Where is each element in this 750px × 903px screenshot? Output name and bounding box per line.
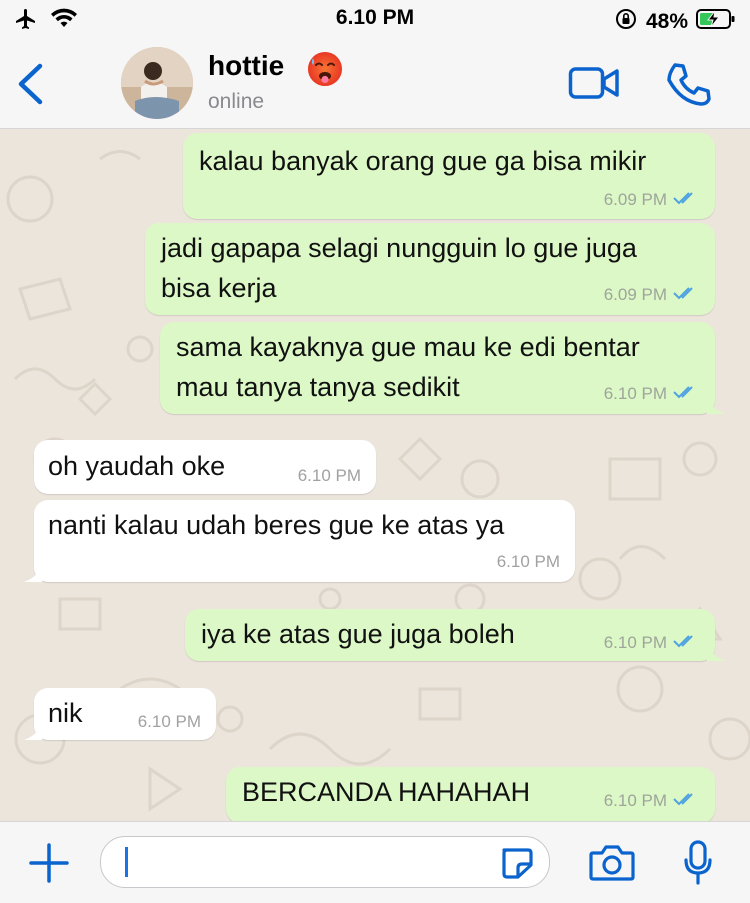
status-bar: 6.10 PM 48% [0,0,750,40]
plus-icon[interactable] [28,842,70,889]
chat-area[interactable]: kalau banyak orang gue ga bisa mikir 6.0… [0,129,750,821]
message-text: nanti kalau udah beres gue ke atas ya [48,510,505,540]
text-caret [125,847,128,877]
read-ticks-icon [673,190,697,210]
sticker-icon[interactable] [499,847,533,884]
compose-bar [0,821,750,903]
battery-charging-icon [696,8,736,35]
avatar[interactable] [121,47,193,119]
camera-icon[interactable] [589,844,635,887]
message-text-line: sama kayaknya gue mau ke edi bentar [176,332,640,362]
read-ticks-icon [673,791,697,811]
message-text: nik [48,698,83,728]
contact-name[interactable]: hottie [208,50,284,82]
bubble-tail [707,641,725,661]
chat-header: hottie online [0,40,750,129]
message-time: 6.09 PM [603,190,667,209]
message-bubble-incoming[interactable]: nik 6.10 PM [24,688,216,740]
message-text-line: mau tanya tanya sedikit [176,372,460,402]
rotation-lock-icon [614,7,638,36]
message-text: BERCANDA HAHAHAH [242,777,531,807]
read-ticks-icon [673,633,697,653]
message-bubble-outgoing[interactable]: iya ke atas gue juga boleh 6.10 PM [185,609,725,661]
message-time: 6.10 PM [603,384,667,403]
message-text-line: jadi gapapa selagi nungguin lo gue juga [161,233,637,263]
message-bubble-incoming[interactable]: oh yaudah oke 6.10 PM [34,440,376,494]
message-time: 6.10 PM [603,791,667,810]
read-ticks-icon [673,285,697,305]
back-chevron-icon[interactable] [14,62,46,111]
message-bubble-outgoing[interactable]: jadi gapapa selagi nungguin lo gue juga … [145,223,715,315]
hot-face-emoji-icon [306,50,344,93]
microphone-icon[interactable] [683,840,713,891]
message-bubble-outgoing[interactable]: kalau banyak orang gue ga bisa mikir 6.0… [183,133,715,219]
bubble-tail [24,562,42,582]
message-input[interactable] [100,836,550,888]
video-call-icon[interactable] [568,64,620,107]
battery-percent: 48% [645,9,688,33]
message-text: kalau banyak orang gue ga bisa mikir [199,146,647,176]
bubble-tail [24,720,42,740]
message-time: 6.10 PM [603,633,667,652]
message-time: 6.09 PM [603,285,667,304]
phone-icon[interactable] [666,62,712,113]
message-bubble-outgoing[interactable]: BERCANDA HAHAHAH 6.10 PM [226,767,715,821]
message-bubble-incoming[interactable]: nanti kalau udah beres gue ke atas ya 6.… [24,500,575,582]
message-time: 6.10 PM [297,466,361,485]
read-ticks-icon [673,384,697,404]
message-bubble-outgoing[interactable]: sama kayaknya gue mau ke edi bentar mau … [160,322,725,414]
message-text: oh yaudah oke [48,451,226,481]
message-text: iya ke atas gue juga boleh [201,619,515,649]
message-text-line: bisa kerja [161,273,277,303]
message-time: 6.10 PM [496,552,560,571]
message-time: 6.10 PM [137,712,201,731]
contact-status: online [208,90,265,113]
bubble-tail [707,394,725,414]
